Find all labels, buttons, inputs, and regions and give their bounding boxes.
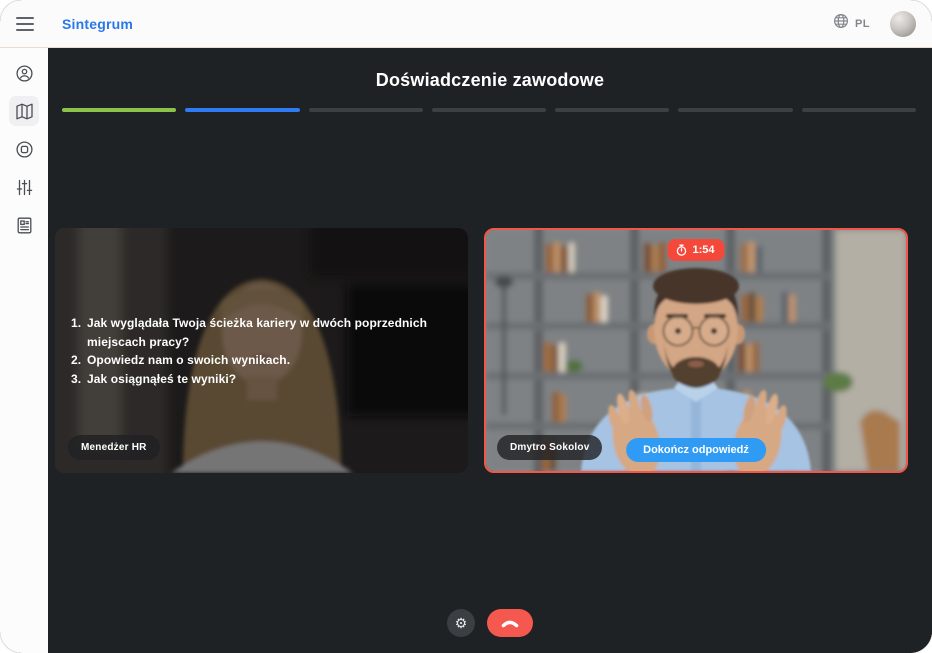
language-switcher[interactable]: PL [833,13,870,34]
answer-timer: 1:54 [667,239,724,261]
progress-segment [309,108,423,112]
sidebar-item-documents[interactable] [9,210,39,240]
map-icon [15,102,34,121]
gear-icon: ⚙ [455,616,468,630]
main-content: Doświadczenie zawodowe [48,48,932,653]
question-list: 1. Jak wyglądała Twoja ścieżka kariery w… [71,314,446,388]
progress-segment [802,108,916,112]
call-controls: ⚙ [48,609,932,637]
question-item: 2. Opowiedz nam o swoich wynikach. [71,351,446,370]
app-logo[interactable]: Sintegrum [62,16,133,32]
top-bar-right: PL [833,11,916,37]
top-bar: Sintegrum PL [0,0,932,48]
progress-segment-completed [62,108,176,112]
app-window: Sintegrum PL [0,0,932,653]
question-number: 1. [71,314,87,351]
sliders-icon [15,178,34,197]
question-text: Jak osiągnąłeś te wyniki? [87,370,236,389]
question-text: Jak wyglądała Twoja ścieżka kariery w dw… [87,314,446,351]
video-panels: 1. Jak wyglądała Twoja ścieżka kariery w… [55,228,908,473]
user-circle-icon [15,64,34,83]
progress-segment-current [185,108,299,112]
sidebar-item-recordings[interactable] [9,134,39,164]
stopwatch-icon [675,244,687,256]
progress-segment [678,108,792,112]
interviewer-video-panel: 1. Jak wyglądała Twoja ścieżka kariery w… [55,228,468,473]
candidate-name-badge: Dmytro Sokolov [497,435,602,460]
user-avatar[interactable] [890,11,916,37]
question-item: 3. Jak osiągnąłeś te wyniki? [71,370,446,389]
interviewer-role-badge: Menedżer HR [68,435,160,460]
record-icon [15,140,34,159]
globe-icon [833,13,849,34]
question-number: 2. [71,351,87,370]
timer-value: 1:54 [692,244,714,256]
settings-button[interactable]: ⚙ [447,609,475,637]
sidebar-item-profile[interactable] [9,58,39,88]
finish-answer-button[interactable]: Dokończ odpowiedź [626,438,766,462]
hamburger-icon[interactable] [16,17,34,31]
language-label: PL [855,18,870,30]
phone-hangup-icon [500,617,520,629]
step-progress-bar [62,108,916,112]
question-text: Opowiedz nam o swoich wynikach. [87,351,290,370]
sidebar-item-settings-filters[interactable] [9,172,39,202]
progress-segment [555,108,669,112]
page-title: Doświadczenie zawodowe [48,70,932,91]
sidebar [0,48,48,653]
candidate-video-panel: 1:54 Dmytro Sokolov Dokończ odpowiedź [484,228,908,473]
sidebar-item-interview-map[interactable] [9,96,39,126]
end-call-button[interactable] [487,609,533,637]
document-icon [15,216,34,235]
question-item: 1. Jak wyglądała Twoja ścieżka kariery w… [71,314,446,351]
question-number: 3. [71,370,87,389]
progress-segment [432,108,546,112]
